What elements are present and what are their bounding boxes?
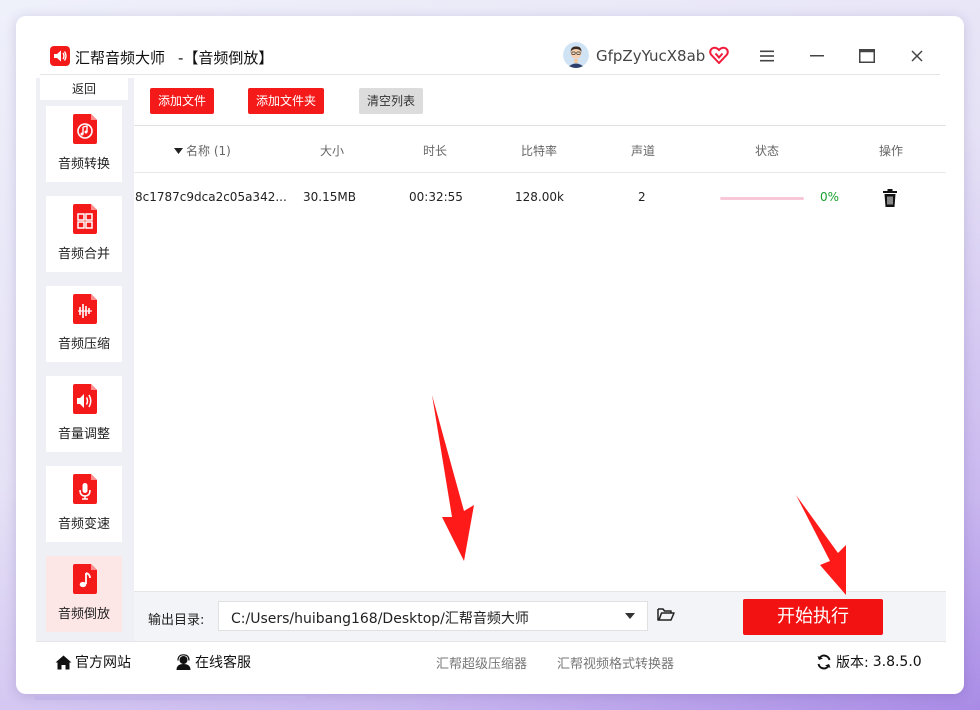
product-link-compressor[interactable]: 汇帮超级压缩器: [436, 653, 527, 672]
sidebar-item-label: 音频转换: [57, 157, 110, 172]
menu-button[interactable]: [755, 44, 779, 68]
start-button[interactable]: 开始执行: [743, 599, 883, 635]
output-path-select[interactable]: C:/Users/huibang168/Desktop/汇帮音频大师: [218, 601, 648, 631]
audio-speed-icon: [73, 474, 97, 504]
sidebar: 返回 音频转换 音频合并 音频压缩 音量调整 音频变速 音频倒放: [36, 78, 134, 641]
avatar[interactable]: [563, 42, 589, 68]
audio-merge-icon: [73, 204, 97, 234]
progress-percent: 0%: [820, 190, 840, 204]
down-arrow-annotation: [432, 395, 474, 561]
maximize-icon: [859, 49, 875, 63]
file-name: 8c1787c9dca2c05a342...: [135, 190, 287, 204]
column-header-status: 状态: [755, 144, 780, 158]
table-header: 名称 (1) 大小 时长 比特率 声道 状态 操作: [134, 126, 946, 172]
close-icon: [911, 50, 923, 62]
folder-open-icon[interactable]: [657, 607, 675, 622]
sort-down-icon: [174, 147, 183, 154]
file-bitrate: 128.00k: [515, 190, 564, 204]
sidebar-item-label: 音频合并: [57, 247, 110, 262]
title-bar: 汇帮音频大师 -【音频倒放】 GfpZyYucX8ab: [16, 38, 964, 78]
output-path-value: C:/Users/huibang168/Desktop/汇帮音频大师: [231, 611, 529, 627]
volume-adjust-icon: [73, 384, 97, 414]
maximize-button[interactable]: [855, 44, 879, 68]
sidebar-item-label: 音频倒放: [57, 607, 110, 622]
product-link-video-converter[interactable]: 汇帮视频格式转换器: [557, 653, 674, 672]
column-header-duration: 时长: [423, 144, 448, 158]
username: GfpZyYucX8ab: [596, 47, 706, 65]
sidebar-item-audio-compress[interactable]: 音频压缩: [46, 286, 122, 362]
sidebar-item-label: 音量调整: [57, 427, 110, 442]
website-link-label: 官方网站: [75, 655, 131, 671]
audio-reverse-icon: [73, 564, 97, 594]
column-header-name[interactable]: 名称 (1): [174, 142, 231, 159]
support-link[interactable]: 在线客服: [175, 652, 251, 672]
sidebar-item-audio-convert[interactable]: 音频转换: [46, 106, 122, 182]
add-folder-button[interactable]: 添加文件夹: [248, 88, 325, 114]
version-label: 版本:: [836, 655, 869, 671]
toolbar: 添加文件 添加文件夹 清空列表: [134, 78, 946, 126]
add-file-button[interactable]: 添加文件: [150, 88, 215, 114]
file-size: 30.15MB: [303, 190, 356, 204]
footer: 官方网站 在线客服 汇帮超级压缩器 汇帮视频格式转换器 版本: 3.8.5.0: [36, 641, 946, 682]
file-channels: 2: [638, 190, 646, 204]
sidebar-item-label: 音频变速: [57, 517, 110, 532]
hamburger-menu-icon: [760, 50, 774, 62]
page-title: -【音频倒放】: [178, 49, 274, 67]
chevron-down-icon: [625, 613, 635, 619]
sidebar-item-label: 音频压缩: [57, 337, 110, 352]
column-header-bitrate: 比特率: [521, 144, 558, 158]
column-header-actions: 操作: [879, 144, 904, 158]
app-title: 汇帮音频大师: [75, 49, 166, 67]
down-arrow-annotation-start: [796, 495, 846, 595]
minimize-button[interactable]: [805, 44, 829, 68]
headset-icon: [176, 654, 191, 670]
sidebar-item-audio-speed[interactable]: 音频变速: [46, 466, 122, 542]
clear-list-button[interactable]: 清空列表: [359, 88, 424, 114]
table-row[interactable]: 8c1787c9dca2c05a342... 30.15MB 00:32:55 …: [134, 173, 946, 223]
speaker-logo-icon: [50, 46, 70, 66]
heart-vip-icon[interactable]: [709, 46, 729, 64]
sidebar-item-audio-reverse[interactable]: 音频倒放: [46, 556, 122, 632]
back-button[interactable]: 返回: [40, 78, 128, 100]
column-header-channels: 声道: [631, 144, 656, 158]
audio-convert-icon: [73, 114, 97, 144]
title-divider: [40, 74, 940, 75]
output-label: 输出目录:: [148, 613, 205, 628]
file-duration: 00:32:55: [409, 190, 463, 204]
column-header-name-label: 名称 (1): [186, 144, 231, 158]
website-link[interactable]: 官方网站: [55, 652, 131, 672]
progress-bar: [720, 197, 804, 200]
refresh-icon[interactable]: [816, 654, 832, 670]
sidebar-item-audio-merge[interactable]: 音频合并: [46, 196, 122, 272]
version-info: 版本: 3.8.5.0: [816, 652, 922, 672]
version-number: 3.8.5.0: [872, 654, 922, 670]
audio-compress-icon: [73, 294, 97, 324]
sidebar-item-volume-adjust[interactable]: 音量调整: [46, 376, 122, 452]
support-link-label: 在线客服: [195, 655, 251, 671]
output-bar: 输出目录: C:/Users/huibang168/Desktop/汇帮音频大师…: [134, 591, 946, 642]
horizontal-scrollbar[interactable]: [34, 696, 306, 700]
minimize-icon: [810, 55, 824, 57]
trash-icon[interactable]: [882, 189, 898, 207]
column-header-size: 大小: [320, 144, 345, 158]
home-icon: [55, 655, 72, 669]
close-button[interactable]: [905, 44, 929, 68]
